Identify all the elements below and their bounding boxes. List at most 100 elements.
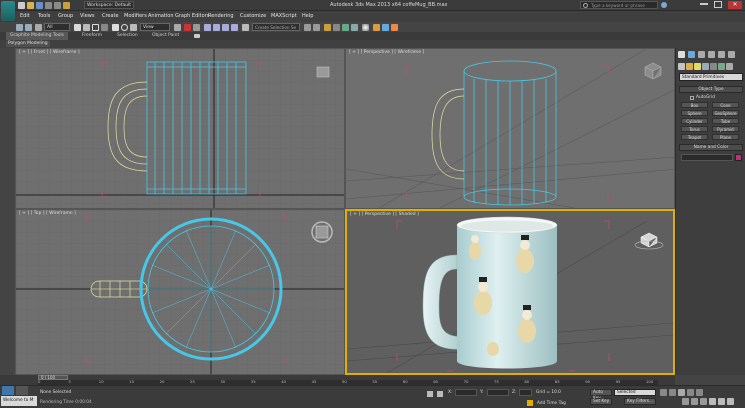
key-filters-button[interactable]: Key Filters... (624, 398, 656, 405)
search-input[interactable]: Type a keyword or phrase (580, 1, 658, 9)
lights-icon[interactable] (694, 63, 701, 70)
teapot-button[interactable]: Teapot (681, 134, 708, 140)
orbit-icon[interactable] (718, 398, 725, 405)
mirror-icon[interactable] (304, 24, 311, 31)
layer-explorer-icon[interactable] (2, 386, 14, 395)
set-key-button[interactable]: Set Key (590, 398, 612, 405)
autogrid-box[interactable] (690, 96, 694, 100)
pyramid-button[interactable]: Pyramid (712, 126, 739, 132)
sphere-button[interactable]: Sphere (681, 110, 708, 116)
y-coord-field[interactable] (487, 389, 509, 396)
geosphere-button[interactable]: GeoSphere (712, 110, 739, 116)
selected-dropdown[interactable]: Selected (614, 389, 656, 396)
ribbon-polygon-modeling[interactable]: Polygon Modeling (6, 41, 50, 47)
motion-tab-icon[interactable] (708, 51, 715, 58)
helpers-icon[interactable] (710, 63, 717, 70)
primitive-type-dropdown[interactable]: Standard Primitives (679, 73, 743, 81)
viewport-front[interactable]: [ + ] [ Front ] [ Wireframe ] (15, 48, 345, 209)
tube-button[interactable]: Tube (712, 118, 739, 124)
redo-toolbar-icon[interactable] (25, 24, 32, 31)
geometry-icon[interactable] (678, 63, 685, 70)
z-coord-field[interactable] (519, 389, 532, 396)
box-button[interactable]: Box (681, 102, 708, 108)
scale-icon[interactable] (130, 24, 137, 31)
undo-icon[interactable] (45, 2, 52, 9)
menu-tools[interactable]: Tools (38, 12, 50, 21)
plane-button[interactable]: Plane (712, 134, 739, 140)
ribbon-tab-freeform[interactable]: Freeform (82, 33, 102, 39)
zoom-all-icon[interactable] (691, 398, 698, 405)
menu-create[interactable]: Create (102, 12, 119, 21)
save-file-icon[interactable] (36, 2, 43, 9)
menu-help[interactable]: Help (302, 12, 313, 21)
graphite-toggle-icon[interactable] (333, 24, 340, 31)
pivot-center-icon[interactable] (174, 24, 181, 31)
align-icon[interactable] (313, 24, 320, 31)
menu-animation[interactable]: Animation (148, 12, 174, 21)
create-tab-icon[interactable] (678, 51, 685, 58)
hierarchy-tab-icon[interactable] (698, 51, 705, 58)
torus-button[interactable]: Torus (681, 126, 708, 132)
link-icon[interactable] (35, 24, 42, 31)
object-color-swatch[interactable] (735, 154, 742, 161)
rect-selection-icon[interactable] (92, 24, 99, 31)
undo-toolbar-icon[interactable] (16, 24, 23, 31)
menu-rendering[interactable]: Rendering (208, 12, 234, 21)
systems-icon[interactable] (726, 63, 733, 70)
project-folder-icon[interactable] (63, 2, 70, 9)
select-object-icon[interactable] (74, 24, 81, 31)
ribbon-tab-selection[interactable]: Selection (117, 33, 138, 39)
reference-coord-dropdown[interactable]: View (140, 23, 170, 31)
auto-key-button[interactable]: Auto Key (590, 389, 612, 401)
cameras-icon[interactable] (702, 63, 709, 70)
play-icon[interactable] (678, 389, 685, 396)
new-file-icon[interactable] (18, 2, 25, 9)
zoom-extents-icon[interactable] (700, 398, 707, 405)
maximize-viewport-icon[interactable] (727, 398, 734, 405)
rotate-icon[interactable] (121, 24, 128, 31)
absolute-mode-icon[interactable] (437, 391, 443, 397)
menu-edit[interactable]: Edit (20, 12, 30, 21)
open-file-icon[interactable] (27, 2, 34, 9)
object-type-rollout[interactable]: Object Type (679, 86, 743, 93)
workspace-dropdown[interactable]: Workspace: Default (84, 1, 134, 9)
selection-lock-icon[interactable] (427, 391, 433, 397)
cone-button[interactable]: Cone (712, 102, 739, 108)
redo-icon[interactable] (54, 2, 61, 9)
object-name-field[interactable] (681, 154, 733, 161)
goto-end-icon[interactable] (696, 389, 703, 396)
menu-views[interactable]: Views (80, 12, 94, 21)
zoom-icon[interactable] (682, 398, 689, 405)
minimize-icon[interactable] (700, 3, 708, 5)
viewport-perspective-wireframe[interactable]: [ + ] [ Perspective ] [ Wireframe ] (345, 48, 675, 209)
selection-filter-dropdown[interactable]: All (44, 23, 70, 31)
percent-snap-icon[interactable] (222, 24, 229, 31)
material-editor-icon[interactable] (362, 24, 369, 31)
goto-start-icon[interactable] (660, 389, 667, 396)
time-tag-icon[interactable] (527, 400, 533, 406)
menu-customize[interactable]: Customize (240, 12, 266, 21)
spacewarps-icon[interactable] (718, 63, 725, 70)
window-crossing-icon[interactable] (101, 24, 108, 31)
app-logo-icon[interactable] (1, 1, 15, 21)
render-production-icon[interactable] (391, 24, 398, 31)
menu-graph-editors[interactable]: Graph Editors (175, 12, 209, 21)
shapes-icon[interactable] (686, 63, 693, 70)
add-time-tag[interactable]: Add Time Tag (537, 401, 566, 406)
close-icon[interactable]: ✕ (728, 1, 742, 9)
snaps-toggle-icon[interactable] (204, 24, 211, 31)
menu-modifiers[interactable]: Modifiers (124, 12, 147, 21)
modify-tab-icon[interactable] (688, 51, 695, 58)
select-by-name-icon[interactable] (83, 24, 90, 31)
select-manipulate-icon[interactable] (184, 24, 191, 31)
rendered-frame-icon[interactable] (382, 24, 389, 31)
ribbon-tab-object-paint[interactable]: Object Paint (152, 33, 179, 39)
viewport-perspective-shaded[interactable]: [ + ] [ Perspective ] [ Shaded ] (345, 209, 675, 375)
utilities-tab-icon[interactable] (728, 51, 735, 58)
name-color-rollout[interactable]: Name and Color (679, 144, 743, 151)
x-coord-field[interactable] (455, 389, 477, 396)
schematic-view-icon[interactable] (351, 24, 358, 31)
prev-frame-icon[interactable] (669, 389, 676, 396)
pan-icon[interactable] (709, 398, 716, 405)
autogrid-checkbox[interactable]: AutoGrid (690, 95, 732, 101)
